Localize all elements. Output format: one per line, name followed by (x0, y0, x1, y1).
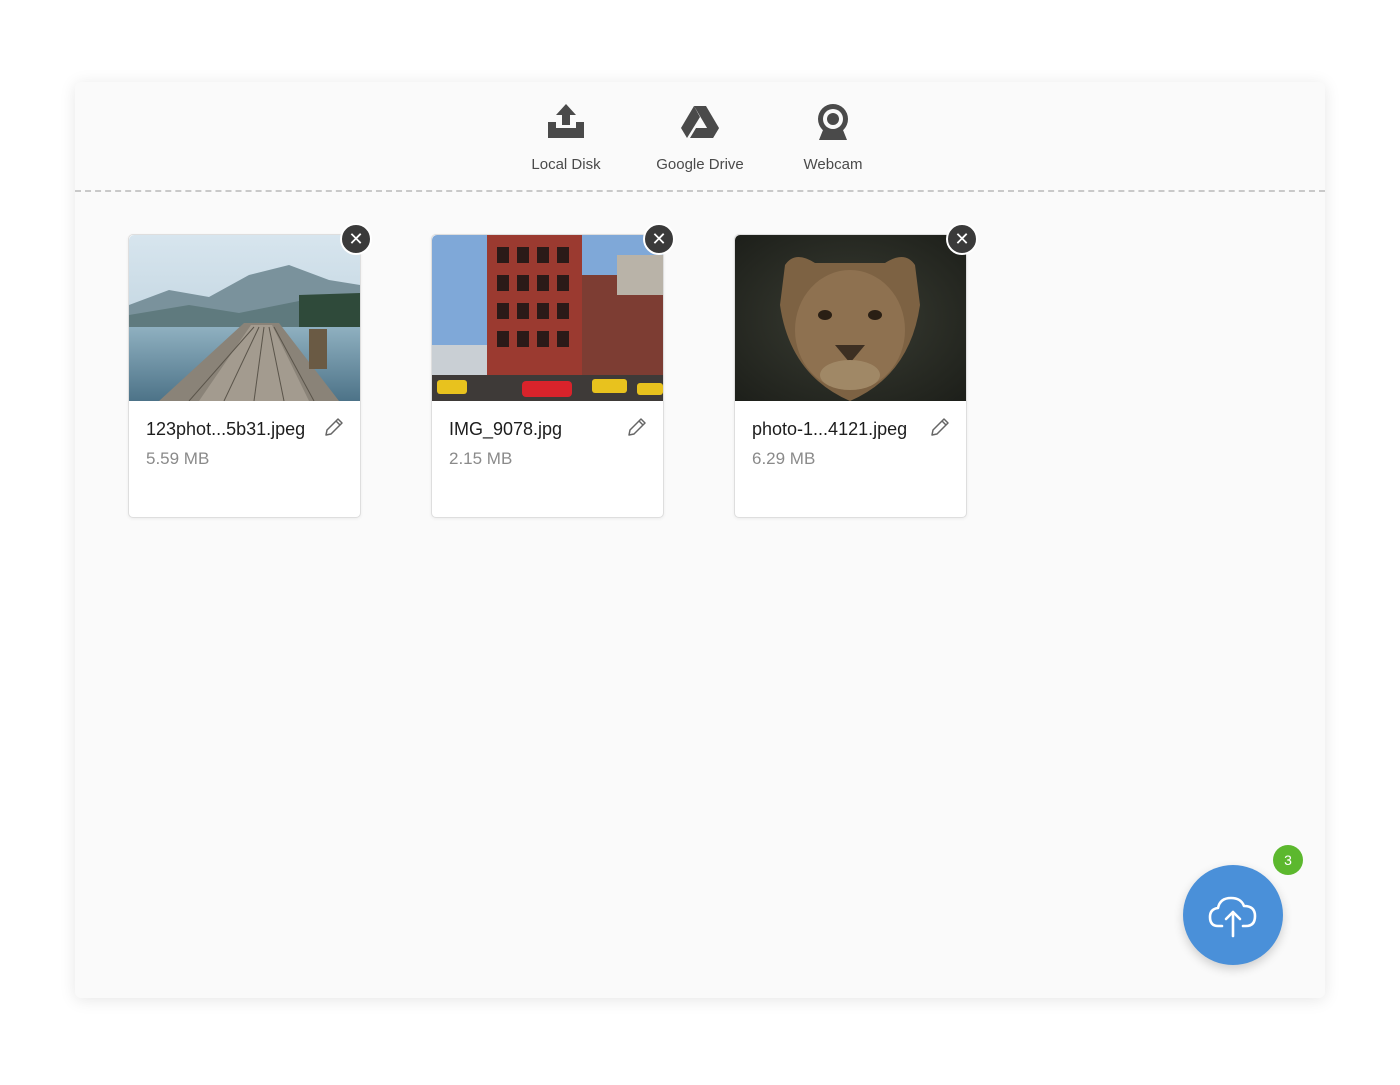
file-thumbnail-city (432, 235, 663, 401)
upload-button[interactable] (1183, 865, 1283, 965)
file-thumbnail-lioness (735, 235, 966, 401)
edit-pencil-icon[interactable] (625, 415, 649, 439)
edit-pencil-icon[interactable] (928, 415, 952, 439)
file-card: ✕ photo-1...4121.jpeg 6.29 MB (734, 223, 978, 518)
source-label: Webcam (803, 156, 863, 173)
remove-file-button[interactable]: ✕ (340, 223, 372, 255)
webcam-icon (818, 104, 848, 140)
file-name-text: 123phot...5b31.jpeg (146, 419, 306, 439)
uploader-panel: Local Disk Google Drive Webcam ✕ 123phot… (75, 82, 1325, 998)
file-name-text: photo-1...4121.jpeg (752, 419, 908, 439)
source-label: Google Drive (656, 156, 744, 173)
file-count-badge: 3 (1273, 845, 1303, 875)
file-card: ✕ 123phot...5b31.jpeg 5.59 MB (128, 223, 372, 518)
file-name: 123phot...5b31.jpeg 5.59 MB (146, 417, 306, 471)
file-thumbnail-lake (129, 235, 360, 401)
file-name-text: IMG_9078.jpg (449, 419, 563, 439)
google-drive-icon (681, 106, 719, 138)
source-local-disk[interactable]: Local Disk (506, 100, 626, 173)
source-label: Local Disk (531, 156, 601, 173)
source-google-drive[interactable]: Google Drive (640, 100, 760, 173)
file-size: 6.29 MB (752, 449, 816, 468)
source-webcam[interactable]: Webcam (773, 100, 893, 173)
edit-pencil-icon[interactable] (322, 415, 346, 439)
file-size: 5.59 MB (146, 449, 210, 468)
upload-tray-icon (548, 104, 584, 138)
source-bar: Local Disk Google Drive Webcam (75, 82, 1325, 192)
file-card: ✕ IMG_9078.jpg 2.15 MB (431, 223, 675, 518)
cloud-upload-icon (1208, 896, 1257, 938)
file-size: 2.15 MB (449, 449, 513, 468)
remove-file-button[interactable]: ✕ (643, 223, 675, 255)
remove-file-button[interactable]: ✕ (946, 223, 978, 255)
file-name: photo-1...4121.jpeg 6.29 MB (752, 417, 912, 471)
file-name: IMG_9078.jpg 2.15 MB (449, 417, 609, 471)
